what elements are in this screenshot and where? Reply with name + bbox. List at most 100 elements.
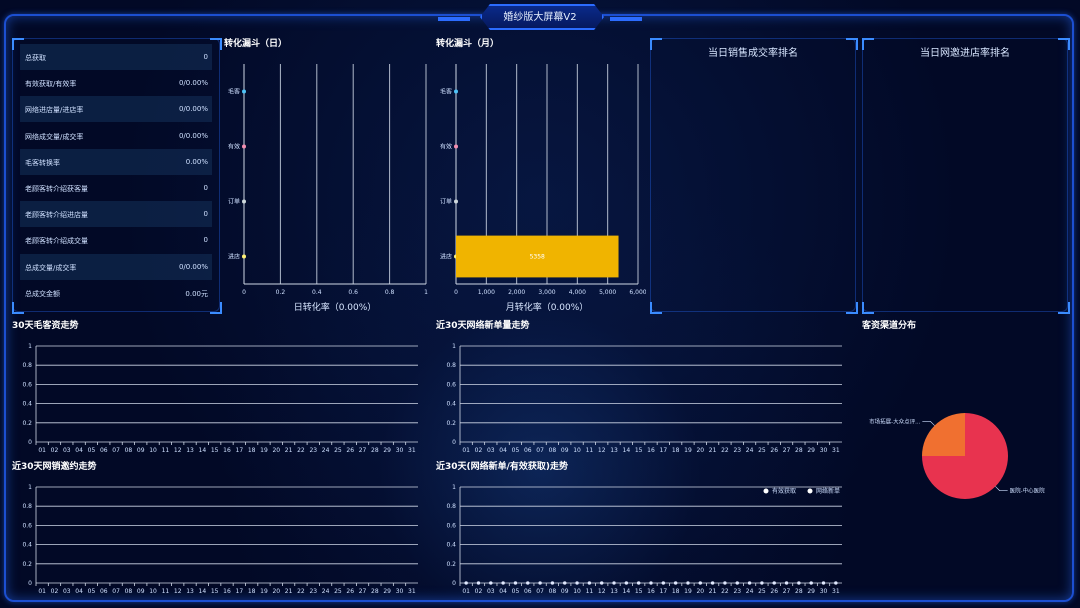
series-point	[538, 581, 542, 585]
x-tick-label: 30	[820, 447, 828, 454]
x-tick-label: 16	[223, 447, 231, 454]
x-tick-label: 10	[573, 447, 581, 454]
x-tick-label: 21	[709, 588, 717, 595]
funnel-month-rate: 月转化率（0.00%）	[505, 303, 589, 313]
x-tick-label: 02	[51, 588, 59, 595]
category-dot	[242, 254, 246, 259]
category-dot	[454, 144, 458, 149]
x-tick-label: 10	[149, 588, 157, 595]
x-tick-label: 05	[88, 588, 96, 595]
x-tick-label: 19	[684, 447, 692, 454]
x-tick-label: 16	[647, 588, 655, 595]
stat-row: 老顾客转介绍获客量 0	[20, 175, 212, 201]
stat-label: 网络成交量/成交率	[25, 132, 84, 141]
x-tick-label: 06	[524, 447, 532, 454]
category-dot	[454, 89, 458, 94]
x-tick-label: 20	[696, 447, 704, 454]
x-tick-label: 16	[647, 447, 655, 454]
x-tick-label: 28	[371, 447, 379, 454]
x-tick-label: 13	[610, 588, 618, 595]
x-tick-label: 08	[549, 588, 557, 595]
y-tick-label: 0.6	[22, 522, 32, 529]
series-point	[760, 581, 764, 585]
x-tick-label: 24	[322, 588, 330, 595]
x-tick-label: 19	[260, 447, 268, 454]
y-tick-label: 1	[452, 343, 456, 350]
series-point	[772, 581, 776, 585]
trend-4-title: 近30天(网络新单/有效获取)走势	[436, 462, 569, 472]
x-tick-label: 01	[38, 447, 46, 454]
trend-2-chart: 0 0.2 0.4 0.6 0.8 1 01 02 03 04 05 06 07 08 09 10 11 12 13…	[446, 343, 842, 454]
x-tick-label: 17	[660, 447, 668, 454]
series-point	[711, 581, 715, 585]
x-tick-label: 1	[424, 289, 428, 296]
y-tick-label: 0	[28, 580, 32, 587]
x-tick-label: 25	[334, 447, 342, 454]
x-tick-label: 24	[746, 447, 754, 454]
stat-value: 0/0.00%	[178, 79, 208, 88]
x-tick-label: 04	[499, 588, 507, 595]
x-tick-label: 29	[383, 447, 391, 454]
legend-label: 有效获取	[772, 487, 796, 495]
x-tick-label: 2,000	[508, 289, 525, 296]
x-tick-label: 07	[536, 447, 544, 454]
x-tick-label: 21	[285, 447, 293, 454]
x-tick-label: 09	[561, 588, 569, 595]
stat-label: 总成交量/成交率	[25, 263, 77, 272]
x-tick-label: 13	[610, 447, 618, 454]
x-tick-label: 25	[758, 588, 766, 595]
y-tick-label: 1	[28, 343, 32, 350]
x-tick-label: 29	[807, 447, 815, 454]
x-tick-label: 08	[549, 447, 557, 454]
category-label: 订单	[440, 198, 452, 206]
category-dot	[242, 89, 246, 94]
x-tick-label: 26	[346, 588, 354, 595]
x-tick-label: 22	[721, 447, 729, 454]
x-tick-label: 15	[635, 588, 643, 595]
series-point	[624, 581, 628, 585]
x-tick-label: 07	[536, 588, 544, 595]
y-tick-label: 0	[28, 439, 32, 446]
y-tick-label: 0.2	[446, 561, 456, 568]
x-tick-label: 22	[297, 588, 305, 595]
stat-value: 0.00%	[185, 157, 208, 166]
series-point	[526, 581, 530, 585]
x-tick-label: 09	[137, 588, 145, 595]
x-tick-label: 0.8	[385, 289, 395, 296]
series-point	[464, 581, 468, 585]
x-tick-label: 01	[38, 588, 46, 595]
x-tick-label: 19	[684, 588, 692, 595]
x-tick-label: 30	[396, 588, 404, 595]
category-dot	[454, 199, 458, 204]
y-tick-label: 0.4	[22, 542, 32, 549]
series-point	[587, 581, 591, 585]
series-point	[723, 581, 727, 585]
stat-row: 老顾客转介绍进店量 0	[20, 201, 212, 228]
x-tick-label: 08	[125, 447, 133, 454]
funnel-month-title: 转化漏斗（月）	[436, 39, 500, 49]
series-point	[834, 581, 838, 585]
x-tick-label: 12	[598, 447, 606, 454]
stat-label: 老顾客转介绍获客量	[25, 185, 88, 193]
x-tick-label: 21	[709, 447, 717, 454]
x-tick-label: 0.2	[276, 289, 286, 296]
x-tick-label: 21	[285, 588, 293, 595]
x-tick-label: 05	[512, 588, 520, 595]
y-tick-label: 0.8	[22, 503, 32, 510]
category-label: 有效	[228, 143, 240, 151]
series-point	[563, 581, 567, 585]
x-tick-label: 0.4	[312, 289, 322, 296]
stat-row: 总成交量/成交率 0/0.00%	[20, 253, 212, 280]
funnel-day-title: 转化漏斗（日）	[224, 39, 288, 49]
x-tick-label: 24	[746, 588, 754, 595]
y-tick-label: 0.4	[22, 401, 32, 408]
x-tick-label: 29	[807, 588, 815, 595]
series-point	[747, 581, 752, 585]
x-tick-label: 11	[162, 588, 170, 595]
x-tick-label: 14	[623, 447, 631, 454]
series-point	[674, 581, 678, 585]
x-tick-label: 12	[598, 588, 606, 595]
x-tick-label: 6,000	[629, 289, 646, 296]
x-tick-label: 13	[186, 588, 194, 595]
x-tick-label: 25	[758, 447, 766, 454]
